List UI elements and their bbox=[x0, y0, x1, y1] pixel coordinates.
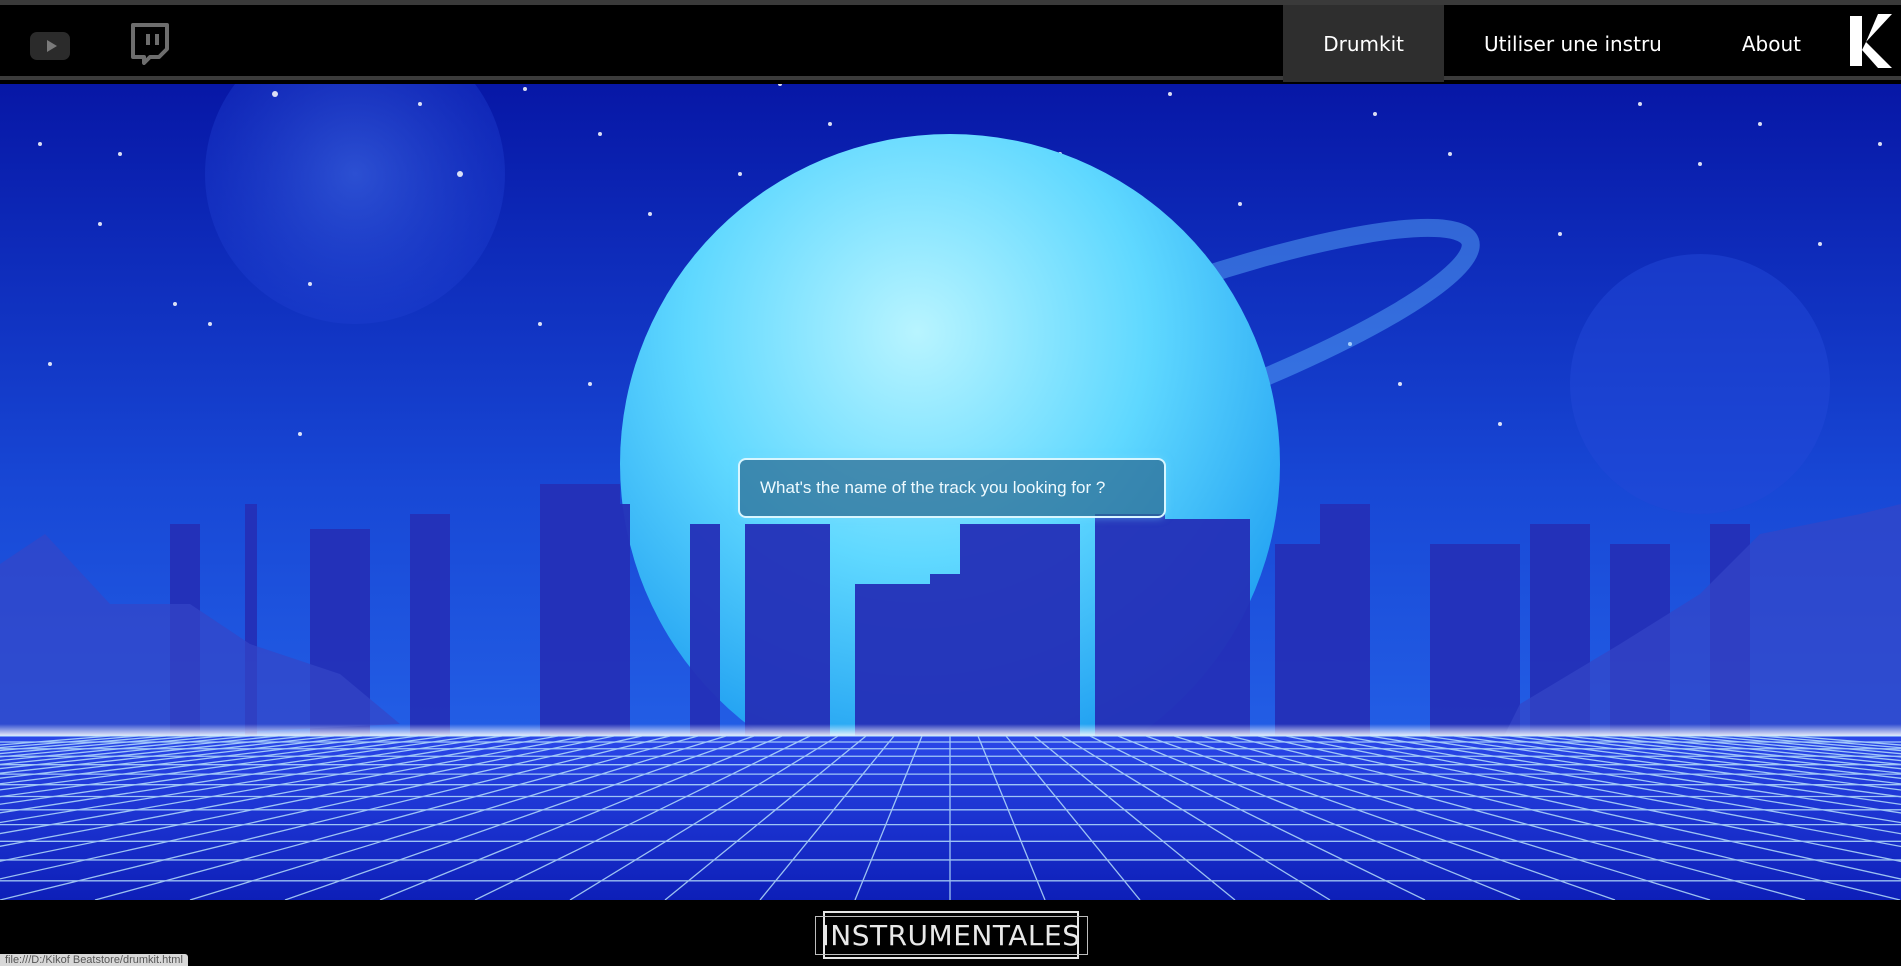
main-menu: Drumkit Utiliser une instru About bbox=[1283, 5, 1901, 82]
track-search-input[interactable] bbox=[738, 458, 1166, 518]
site-logo[interactable] bbox=[1841, 5, 1901, 76]
nav-about[interactable]: About bbox=[1702, 5, 1841, 82]
nav-drumkit[interactable]: Drumkit bbox=[1283, 5, 1444, 82]
nav-utiliser-une-instru[interactable]: Utiliser une instru bbox=[1444, 5, 1702, 82]
status-bar-url: file:///D:/Kikof Beatstore/drumkit.html bbox=[0, 954, 188, 966]
twitch-icon[interactable] bbox=[130, 23, 170, 65]
youtube-icon[interactable] bbox=[30, 32, 70, 60]
instrumentales-heading: INSTRUMENTALES bbox=[814, 911, 1088, 959]
navbar: Drumkit Utiliser une instru About bbox=[0, 5, 1901, 82]
footer-title-text: INSTRUMENTALES bbox=[814, 915, 1088, 955]
